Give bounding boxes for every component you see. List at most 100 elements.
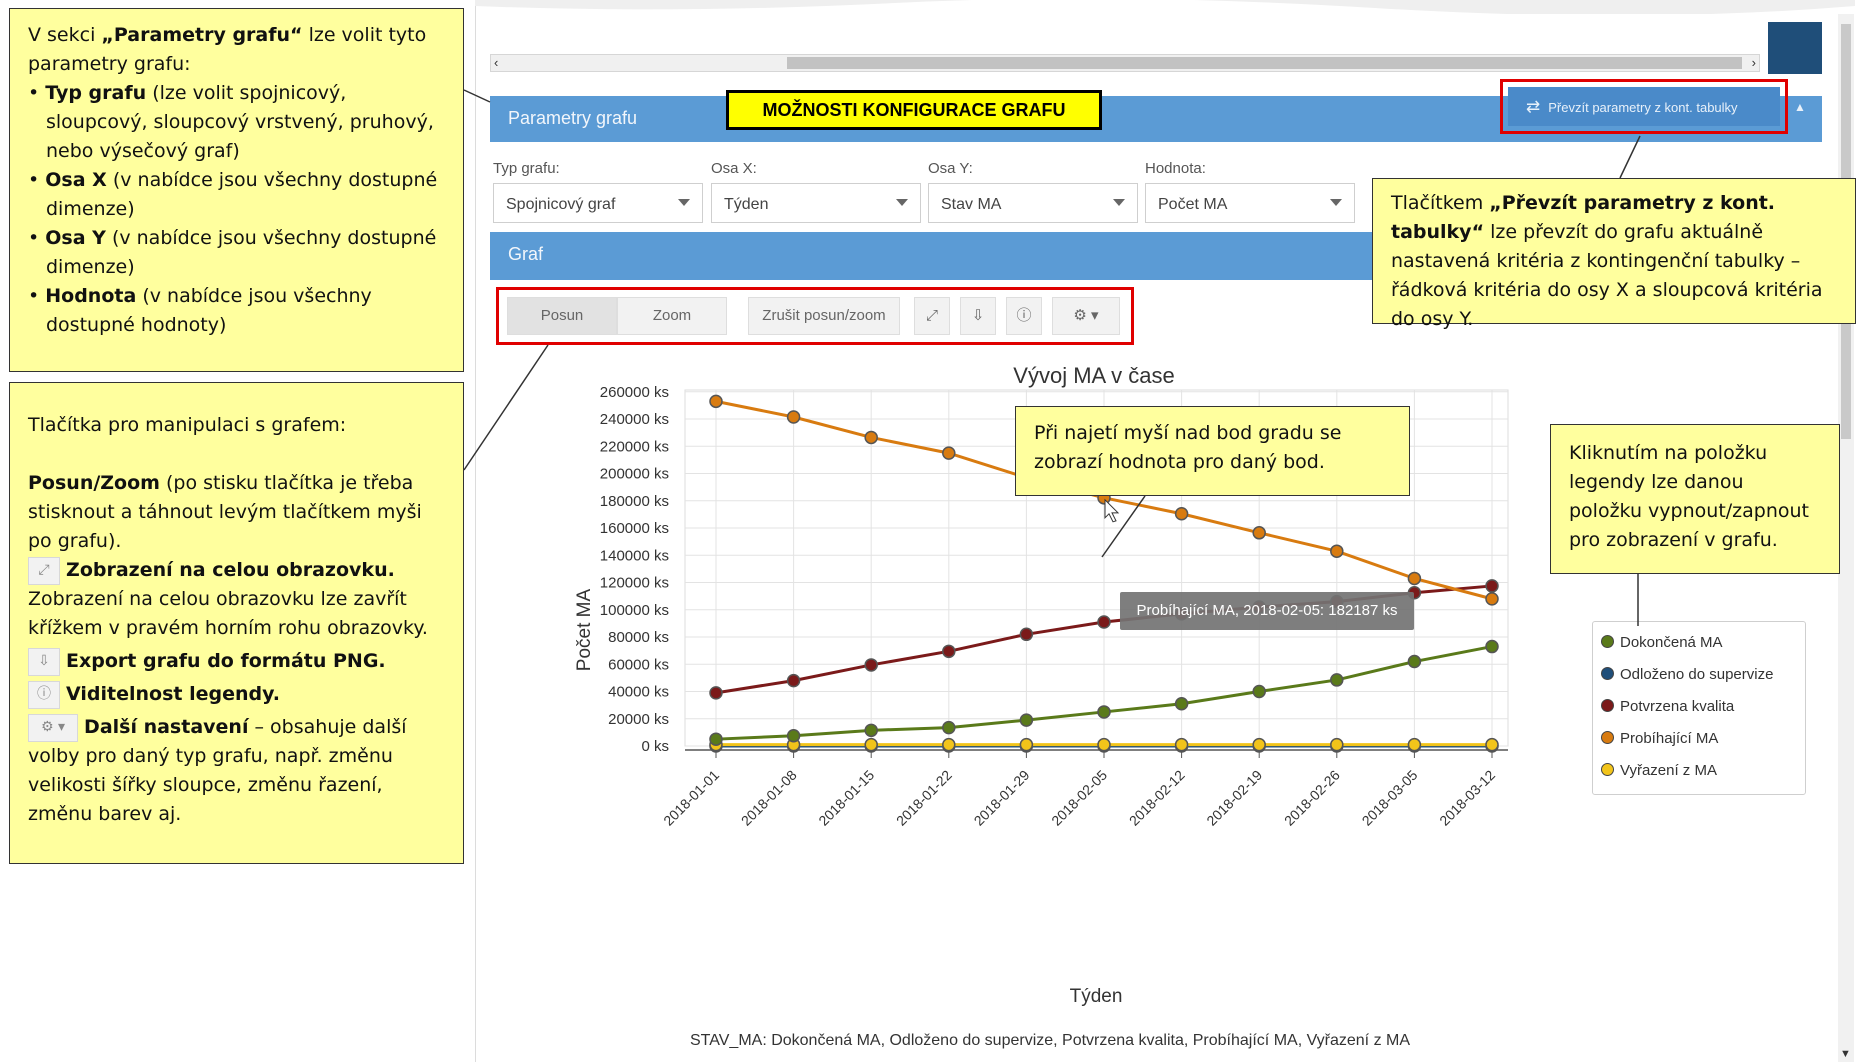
chart-type-select[interactable]: Spojnicový graf — [493, 183, 703, 223]
horizontal-scrollbar[interactable]: ‹ › — [490, 54, 1760, 72]
scroll-right-icon[interactable]: › — [1752, 55, 1756, 71]
data-point — [1407, 737, 1422, 752]
legend-label: Probíhající MA — [1620, 730, 1719, 747]
vertical-scrollbar[interactable]: ▼ — [1838, 14, 1854, 1062]
legend-item[interactable]: Dokončená MA — [1601, 634, 1723, 651]
data-point — [1252, 526, 1266, 540]
field-label-value: Hodnota: — [1145, 160, 1206, 177]
note-posun: Posun/Zoom (po stisku tlačítka je třeba … — [28, 469, 445, 556]
note-params-intro: V sekci „Parametry grafu“ lze volit tyto… — [28, 21, 445, 79]
legend-marker — [1601, 635, 1614, 648]
y-tick-label: 0 ks — [641, 738, 669, 755]
y-tick-label: 240000 ks — [600, 411, 669, 428]
data-point — [1485, 592, 1499, 606]
y-tick-label: 60000 ks — [608, 656, 669, 673]
y-axis-title: Počet MA — [574, 588, 595, 671]
scroll-thumb[interactable] — [787, 57, 1742, 69]
scroll-down-icon[interactable]: ▼ — [1840, 1048, 1851, 1060]
torn-edge — [475, 0, 1855, 14]
chart-legend: Dokončená MA Odloženo do supervize Potvr… — [1592, 621, 1806, 795]
legend-item[interactable]: Odloženo do supervize — [1601, 666, 1773, 683]
x-tick-label: 2018-02-19 — [1203, 767, 1265, 829]
note-fullscreen-desc: Zobrazení na celou obrazovku lze zavřít … — [28, 588, 428, 639]
scroll-left-icon[interactable]: ‹ — [494, 55, 498, 71]
field-label-x-axis: Osa X: — [711, 160, 757, 177]
data-point — [942, 644, 956, 659]
chevron-down-icon — [896, 199, 908, 206]
data-point — [1485, 639, 1499, 654]
y-tick-label: 140000 ks — [600, 547, 669, 564]
x-tick-label: 2018-01-22 — [893, 767, 955, 829]
data-point — [786, 673, 801, 688]
chevron-down-icon — [1113, 199, 1125, 206]
y-tick-label: 20000 ks — [608, 711, 669, 728]
term: Další nastavení — [84, 716, 249, 738]
data-point — [1097, 615, 1111, 629]
x-tick-label: 2018-01-29 — [971, 767, 1033, 829]
data-point — [1019, 737, 1034, 752]
data-point — [1330, 544, 1344, 558]
data-point — [1407, 654, 1422, 669]
chevron-down-icon — [678, 199, 690, 206]
gear-icon: ⚙ ▾ — [1073, 307, 1099, 324]
y-axis-value: Stav MA — [941, 196, 1002, 213]
side-block — [1768, 22, 1822, 74]
data-point — [864, 430, 878, 445]
data-point — [786, 729, 801, 743]
take-params-button[interactable]: ⇄ Převzít parametry z kont. tabulky — [1508, 87, 1780, 126]
data-point — [1174, 506, 1189, 521]
legend-label: Vyřazení z MA — [1620, 762, 1717, 779]
list-item: • Osa Y (v nabídce jsou všechny dostupné… — [28, 227, 437, 278]
data-point — [1407, 571, 1422, 586]
collapse-icon[interactable]: ▲ — [1794, 100, 1806, 114]
note-buttons: Tlačítka pro manipulaci s grafem: Posun/… — [9, 382, 464, 864]
term: Zobrazení na celou obrazovku. — [66, 559, 395, 581]
term: Osa X — [45, 169, 107, 191]
y-tick-label: 40000 ks — [608, 684, 669, 701]
note-more: ⚙ ▾ Další nastavení – obsahuje další vol… — [28, 713, 445, 829]
chevron-down-icon — [1330, 199, 1342, 206]
expand-icon: ⤢ — [925, 307, 938, 324]
y-tick-label: 100000 ks — [600, 602, 669, 619]
x-tick-label: 2018-01-08 — [738, 767, 800, 829]
data-point — [786, 410, 801, 424]
legend-toggle-button[interactable]: ⓘ — [1006, 297, 1042, 335]
settings-button[interactable]: ⚙ ▾ — [1052, 297, 1120, 335]
legend-item[interactable]: Potvrzena kvalita — [1601, 698, 1734, 715]
text: Tlačítkem — [1391, 192, 1490, 214]
config-banner: MOŽNOSTI KONFIGURACE GRAFU — [726, 90, 1102, 130]
value-value: Počet MA — [1158, 196, 1228, 213]
data-point — [1097, 737, 1111, 752]
data-point — [1485, 737, 1499, 752]
legend-item[interactable]: Vyřazení z MA — [1601, 762, 1717, 779]
info-icon: ⓘ — [1016, 307, 1032, 324]
data-point — [1485, 579, 1499, 593]
data-point — [942, 737, 956, 752]
note-legend-click: Kliknutím na položku legendy lze danou p… — [1550, 424, 1840, 574]
field-label-chart-type: Typ grafu: — [493, 160, 560, 177]
data-point — [1174, 697, 1189, 711]
data-point — [864, 658, 878, 672]
x-axis-title: Týden — [1070, 986, 1123, 1007]
take-params-highlight: ⇄ Převzít parametry z kont. tabulky — [1500, 79, 1788, 134]
field-label-y-axis: Osa Y: — [928, 160, 973, 177]
data-point — [709, 732, 723, 746]
zoom-button[interactable]: Zoom — [617, 297, 727, 335]
legend-marker — [1601, 763, 1614, 776]
y-axis-select[interactable]: Stav MA — [928, 183, 1138, 223]
fullscreen-button[interactable]: ⤢ — [914, 297, 950, 335]
download-button[interactable]: ⇩ — [960, 297, 996, 335]
pan-button[interactable]: Posun — [507, 297, 617, 335]
data-point — [942, 446, 956, 460]
reset-zoom-button[interactable]: Zrušit posun/zoom — [748, 297, 900, 335]
term: Export grafu do formátu PNG. — [66, 650, 386, 672]
x-axis-select[interactable]: Týden — [711, 183, 921, 223]
legend-item[interactable]: Probíhající MA — [1601, 730, 1718, 747]
list-item: • Typ grafu (lze volit spojnicový, sloup… — [28, 82, 434, 162]
x-tick-label: 2018-03-12 — [1436, 767, 1498, 829]
term: Posun/Zoom — [28, 472, 160, 494]
value-select[interactable]: Počet MA — [1145, 183, 1355, 223]
data-point — [709, 394, 723, 409]
data-point — [864, 723, 878, 738]
term: Typ grafu — [45, 82, 147, 104]
